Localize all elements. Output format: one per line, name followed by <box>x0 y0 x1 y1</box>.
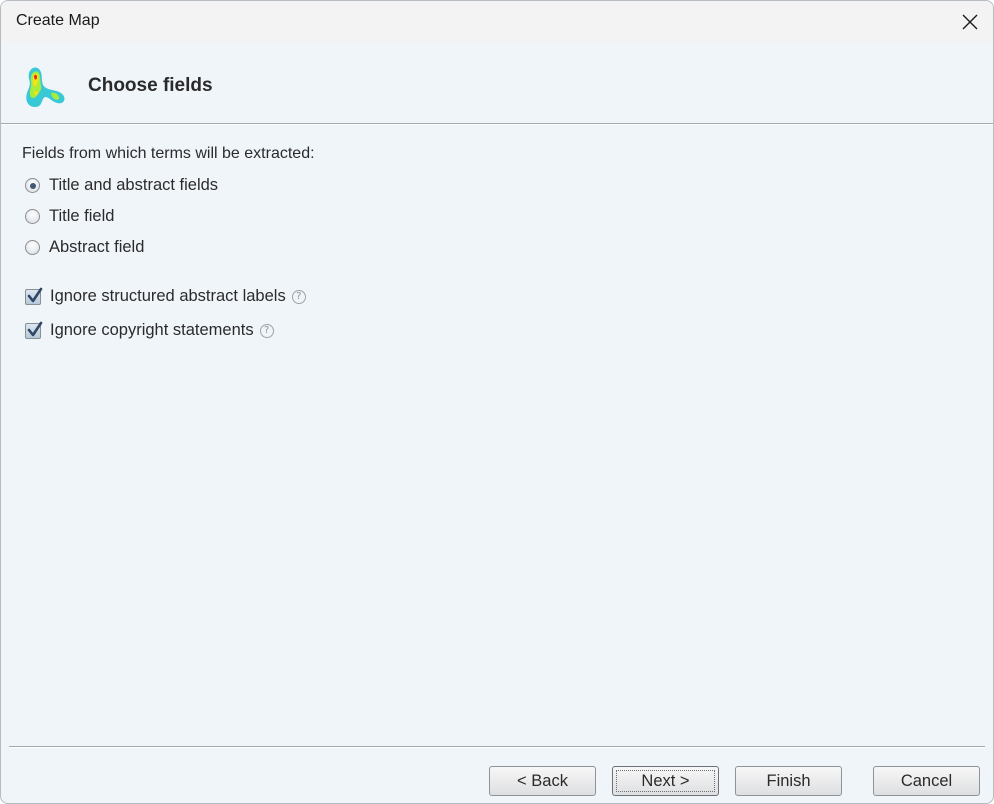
radio-abstract[interactable]: Abstract field <box>25 238 144 257</box>
checkbox-ignore-copyright[interactable]: Ignore copyright statements ? <box>25 321 274 340</box>
checkmark-icon <box>27 287 43 302</box>
radio-label: Title and abstract fields <box>49 176 219 194</box>
radio-label: Title field <box>49 207 115 225</box>
page-title: Choose fields <box>88 75 213 96</box>
radio-title[interactable]: Title field <box>25 207 114 226</box>
fields-group-label: Fields from which terms will be extracte… <box>22 145 315 162</box>
radio-button[interactable] <box>25 209 40 224</box>
checkmark-icon <box>27 321 43 336</box>
radio-label: Abstract field <box>49 238 145 256</box>
help-icon[interactable]: ? <box>259 323 274 338</box>
create-map-dialog: Create Map Choose fields Fields from whi… <box>0 0 994 804</box>
cancel-button[interactable]: Cancel <box>873 766 980 796</box>
next-button[interactable]: Next > <box>612 766 719 796</box>
close-button[interactable] <box>947 1 993 43</box>
checkbox[interactable] <box>25 287 43 305</box>
radio-title-and-abstract[interactable]: Title and abstract fields <box>25 176 218 195</box>
back-button[interactable]: < Back <box>489 766 596 796</box>
checkbox[interactable] <box>25 321 43 339</box>
header-separator <box>1 123 993 125</box>
finish-button-label: Finish <box>766 771 811 790</box>
cancel-button-label: Cancel <box>900 771 953 790</box>
radio-button[interactable] <box>25 240 40 255</box>
map-density-icon <box>26 67 65 107</box>
wizard-header: Choose fields <box>1 43 993 123</box>
back-button-label: < Back <box>517 771 568 790</box>
window-title: Create Map <box>16 12 100 29</box>
focus-ring <box>616 770 715 792</box>
title-bar: Create Map <box>1 1 993 43</box>
close-icon <box>962 14 978 30</box>
radio-button-selected[interactable] <box>25 178 40 193</box>
checkbox-label: Ignore structured abstract labels <box>50 287 286 305</box>
checkbox-ignore-structured-labels[interactable]: Ignore structured abstract labels ? <box>25 287 306 306</box>
footer-separator <box>9 746 985 748</box>
help-icon[interactable]: ? <box>291 289 306 304</box>
finish-button[interactable]: Finish <box>735 766 842 796</box>
checkbox-label: Ignore copyright statements <box>50 321 254 339</box>
